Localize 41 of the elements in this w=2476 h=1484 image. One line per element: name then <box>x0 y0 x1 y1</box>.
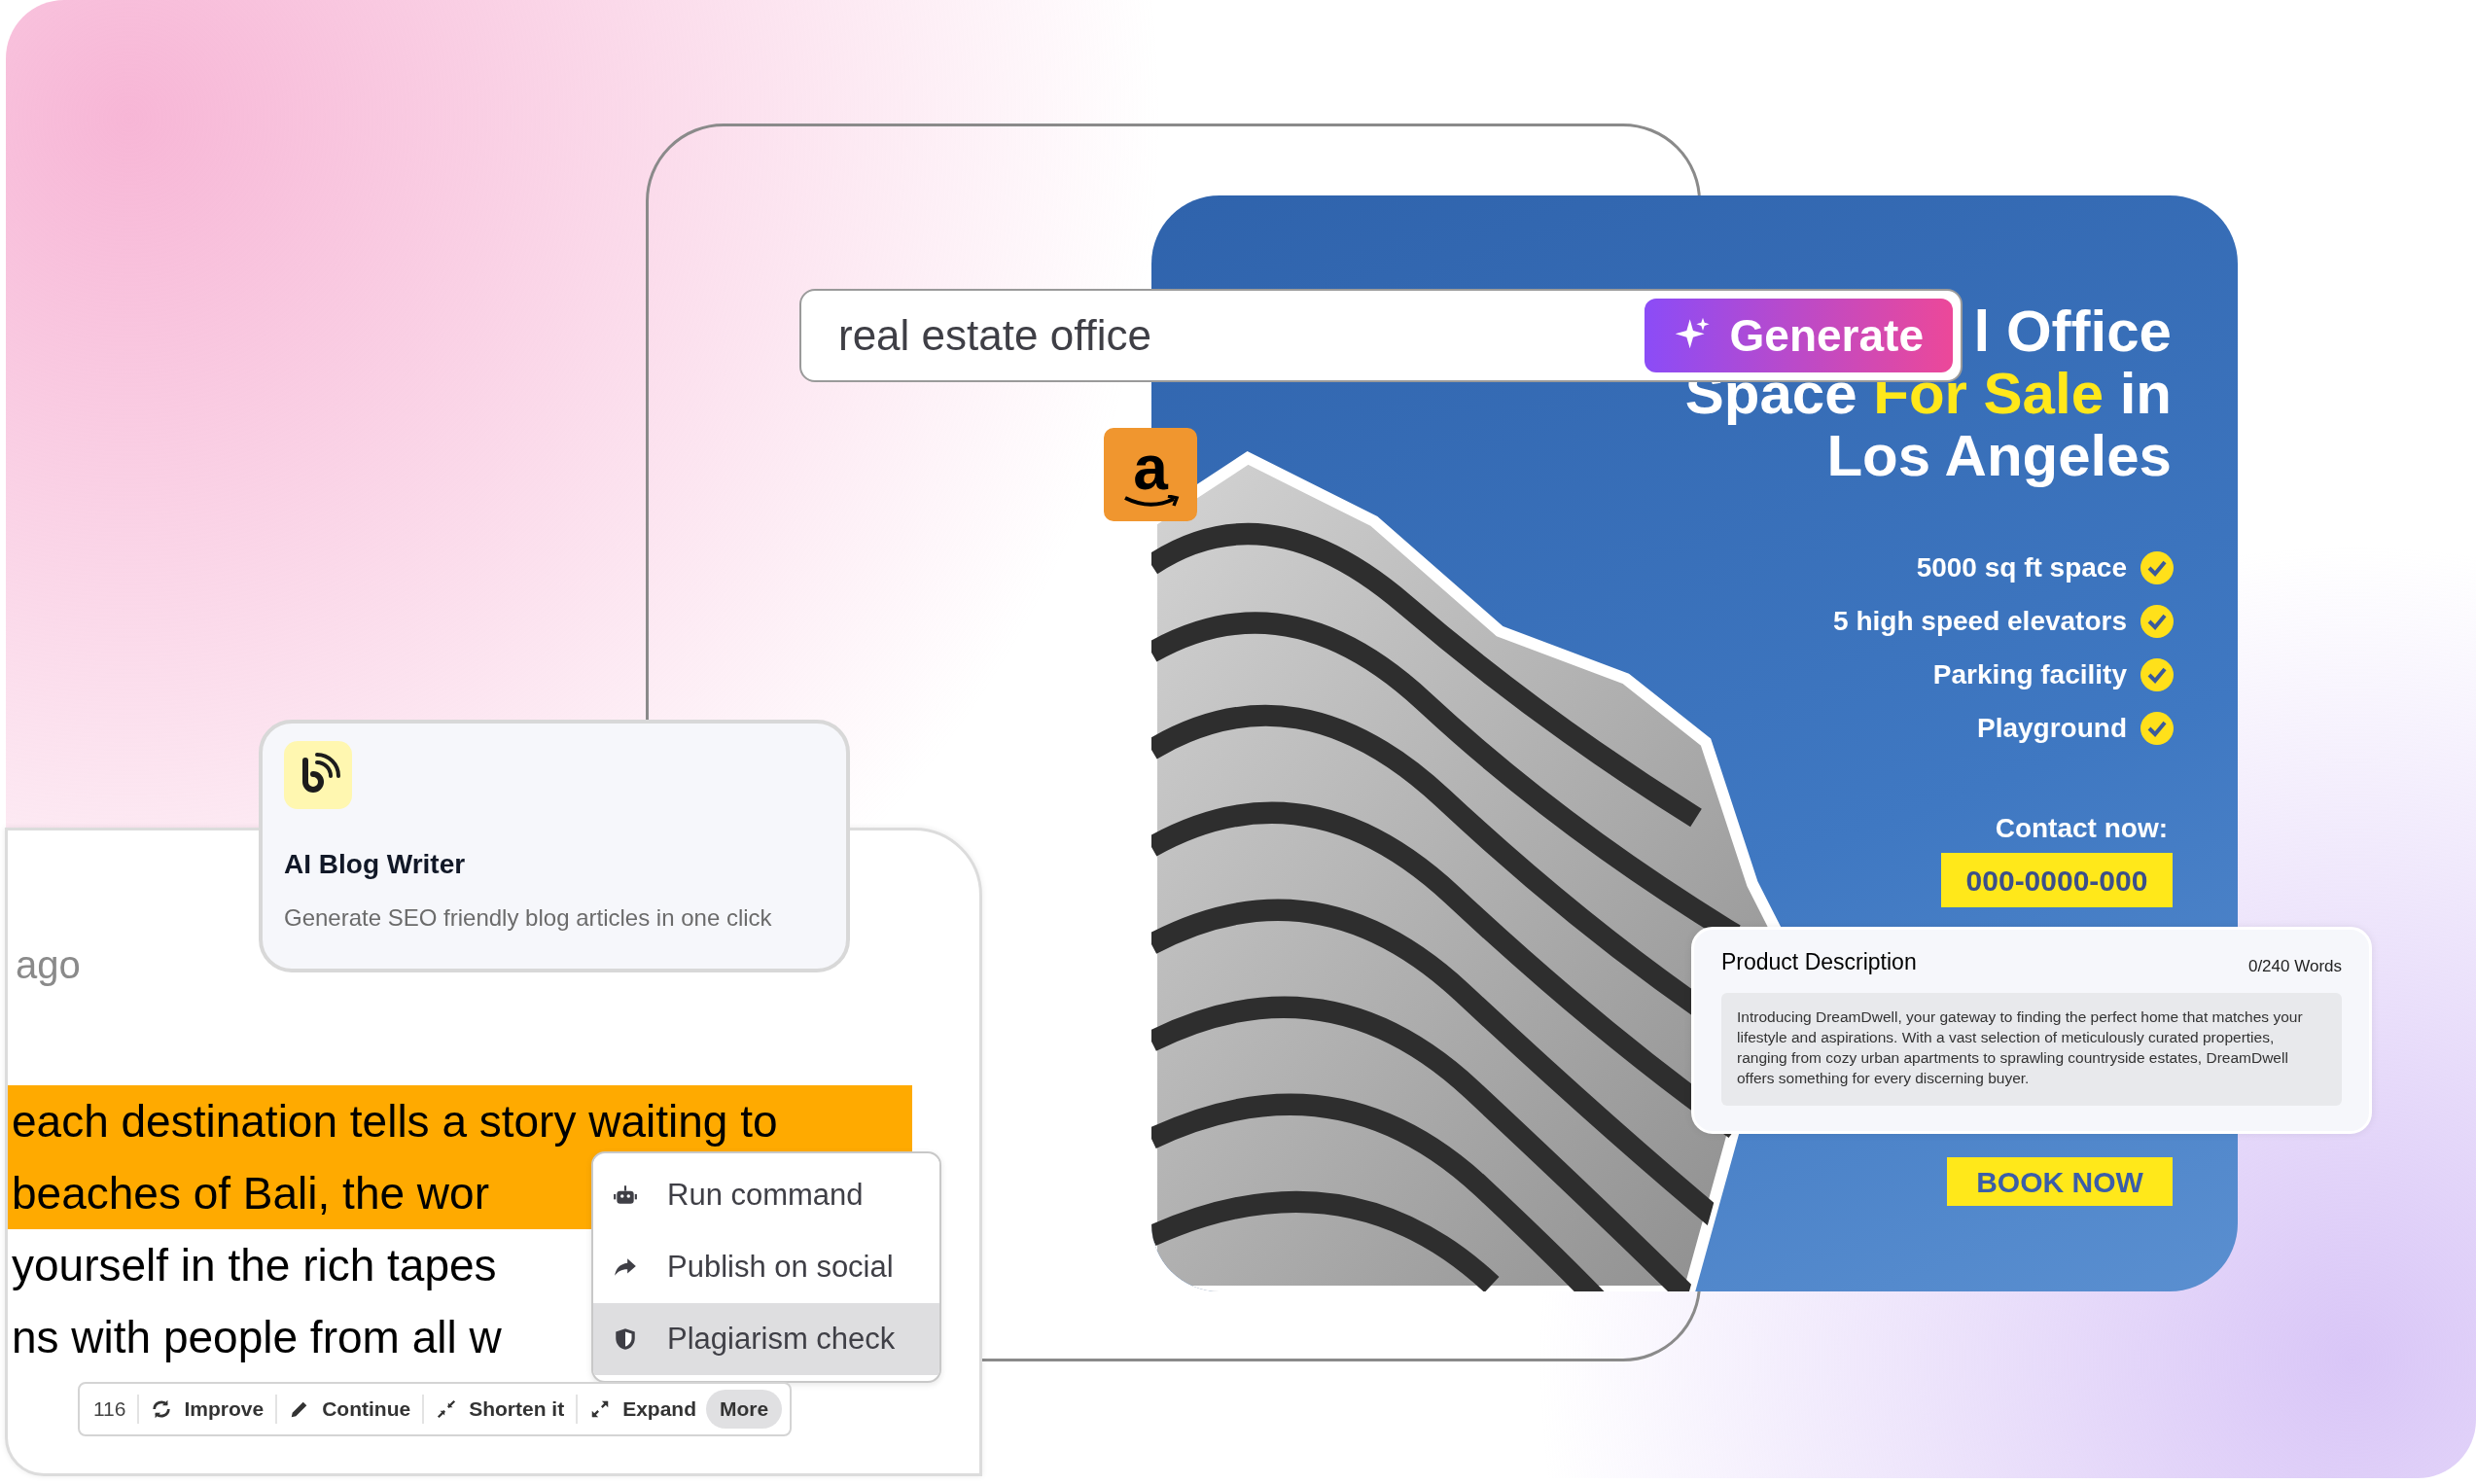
ad-headline: l Office <box>1973 300 2172 363</box>
editor-text-line: yourself in the rich tapes <box>12 1238 497 1292</box>
card-title: Product Description <box>1721 948 1917 976</box>
check-circle-icon <box>2140 551 2174 584</box>
editor-text-line: ns with people from all w <box>12 1310 502 1364</box>
description-text-area[interactable]: Introducing DreamDwell, your gateway to finding the perfect home that matches your lifestyle and aspirations. With a vast selection of meticulously curated properties, ranging from cozy urban apartments to sprawling countryside estates, DreamDwell offers something for every discerning buyer. <box>1721 992 2342 1106</box>
toolbar-button[interactable]: Expand <box>584 1394 703 1425</box>
ad-headline: Los Angeles <box>1826 425 2172 487</box>
check-circle-icon <box>2140 712 2174 745</box>
feature-label: Parking facility <box>1932 658 2127 691</box>
menu-item[interactable]: Publish on social <box>593 1231 939 1303</box>
check-circle-icon <box>2140 605 2174 638</box>
word-count: 116 <box>92 1396 127 1423</box>
phone-number: 000-0000-000 <box>1941 853 2173 907</box>
tool-description: Generate SEO friendly blog articles in one click <box>284 903 773 933</box>
timestamp-text: ago <box>16 942 81 988</box>
logo-letter: a <box>1133 441 1168 495</box>
toolbar-button[interactable]: Continue <box>283 1394 417 1425</box>
blog-writer-icon <box>284 741 352 809</box>
smile-arrow-icon <box>1121 495 1180 509</box>
contact-label: Contact now: <box>1995 812 2168 845</box>
editor-text-line: beaches of Bali, the wor <box>12 1166 489 1220</box>
toolbar-button[interactable]: Shorten it <box>430 1394 571 1425</box>
prompt-field[interactable]: real estate office Generate <box>799 289 1963 382</box>
check-circle-icon <box>2140 658 2174 691</box>
word-counter: 0/240 Words <box>2247 956 2342 977</box>
generate-button[interactable]: Generate <box>1644 299 1953 372</box>
menu-item[interactable]: Plagiarism check <box>593 1303 939 1375</box>
menu-item[interactable]: Run command <box>593 1159 939 1231</box>
editor-text-line: each destination tells a story waiting to <box>12 1094 778 1148</box>
shrink-arrows-icon <box>436 1398 458 1420</box>
more-button[interactable]: More <box>706 1390 783 1429</box>
shield-icon <box>613 1326 638 1352</box>
refresh-icon <box>151 1398 173 1420</box>
book-now-button[interactable]: BOOK NOW <box>1947 1157 2173 1206</box>
feature-label: Playground <box>1977 712 2127 745</box>
tool-card[interactable]: AI Blog Writer Generate SEO friendly blog articles in one click <box>259 720 850 972</box>
toolbar-button[interactable]: Improve <box>145 1394 270 1425</box>
feature-label: 5 high speed elevators <box>1833 605 2127 638</box>
tool-title: AI Blog Writer <box>284 848 467 881</box>
feature-label: 5000 sq ft space <box>1916 551 2127 584</box>
